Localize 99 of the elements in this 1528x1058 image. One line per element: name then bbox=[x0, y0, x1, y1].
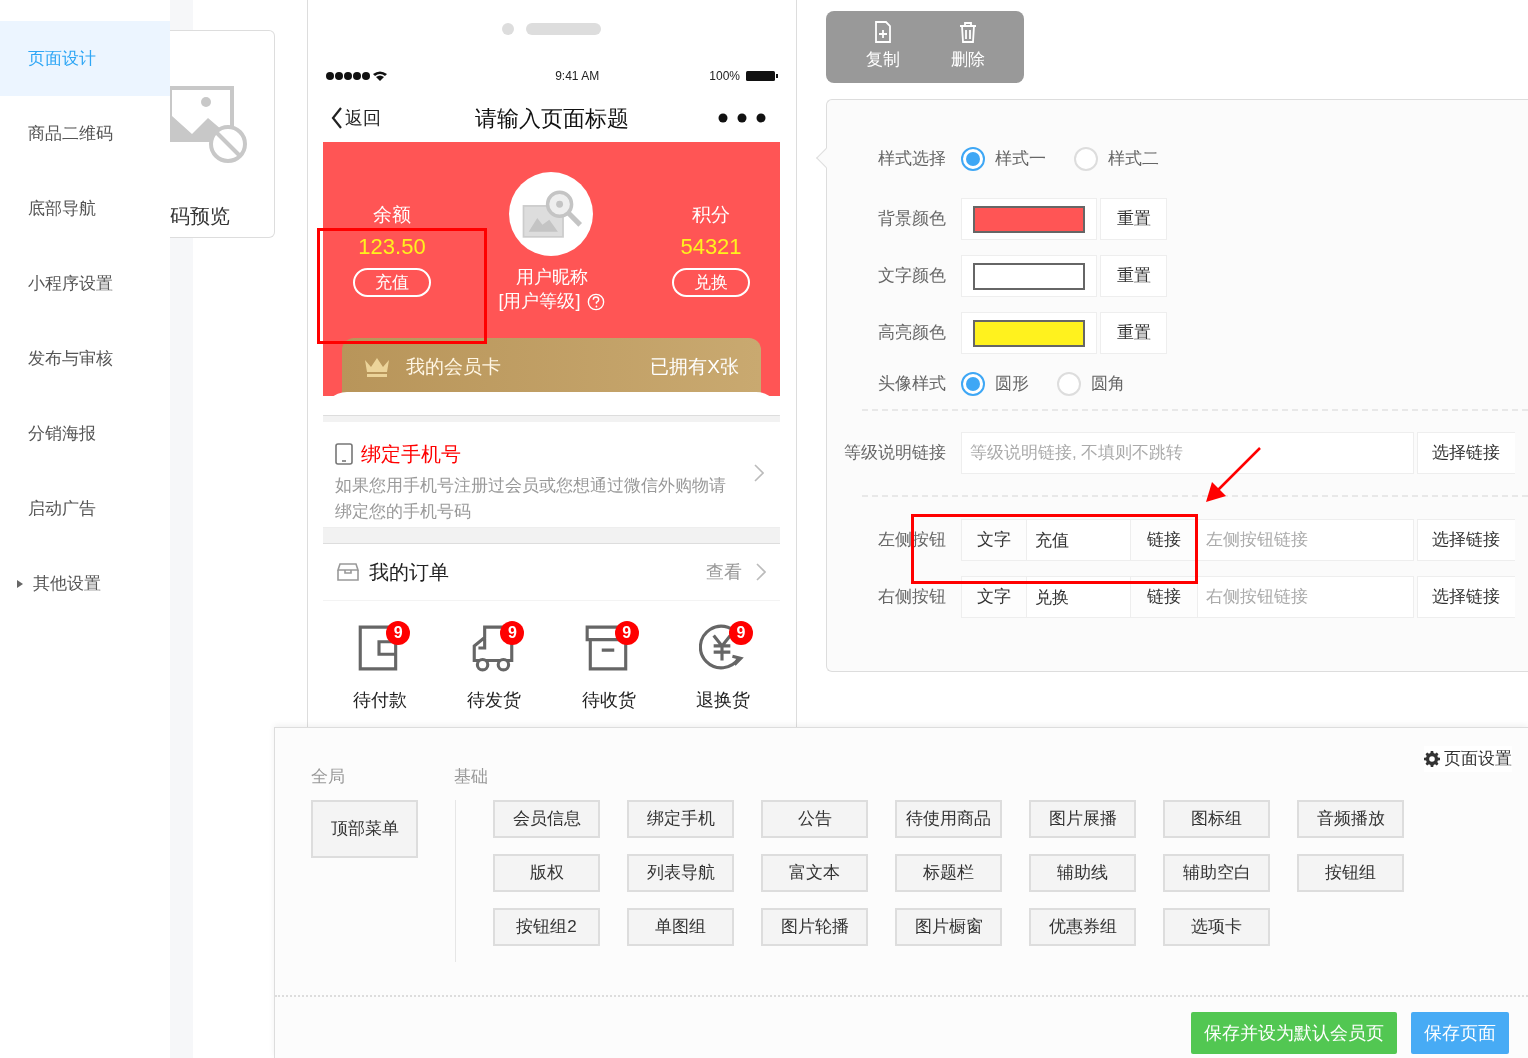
chevron-left-icon bbox=[331, 107, 343, 129]
chevron-right-icon bbox=[756, 563, 766, 581]
component-button[interactable]: 音频播放 bbox=[1297, 800, 1404, 838]
component-button[interactable]: 按钮组2 bbox=[493, 908, 600, 946]
back-button[interactable]: 返回 bbox=[331, 104, 381, 132]
component-button[interactable]: 版权 bbox=[493, 854, 600, 892]
addon-label: 文字 bbox=[961, 576, 1027, 618]
select-link-button[interactable]: 选择链接 bbox=[1417, 432, 1515, 474]
nickname: 用户昵称 bbox=[515, 266, 588, 289]
reset-button[interactable]: 重置 bbox=[1100, 198, 1167, 240]
balance-label: 余额 bbox=[373, 204, 411, 226]
radio-option[interactable]: 圆角 bbox=[1057, 371, 1125, 397]
balance-value: 123.50 bbox=[358, 233, 426, 261]
bind-phone-title: 绑定手机号 bbox=[361, 441, 461, 467]
text-input[interactable]: 兑换 bbox=[1027, 576, 1130, 618]
sidebar-item[interactable]: 其他设置 bbox=[0, 546, 170, 621]
bind-phone-description: 如果您用手机号注册过会员或您想通过微信外购物请绑定您的手机号码 bbox=[335, 474, 727, 523]
sidebar-item[interactable]: 启动广告 bbox=[0, 471, 170, 546]
component-button[interactable]: 按钮组 bbox=[1297, 854, 1404, 892]
member-card-title: 我的会员卡 bbox=[406, 354, 501, 379]
text-input[interactable]: 充值 bbox=[1027, 519, 1130, 561]
addon-label: 链接 bbox=[1130, 576, 1198, 618]
field-label: 背景颜色 bbox=[877, 208, 947, 231]
field-label: 文字颜色 bbox=[877, 265, 947, 288]
component-button[interactable]: 顶部菜单 bbox=[311, 800, 418, 858]
sidebar-item[interactable]: 商品二维码 bbox=[0, 96, 170, 171]
section-label: 基础 bbox=[454, 766, 488, 788]
component-button[interactable]: 列表导航 bbox=[627, 854, 734, 892]
field-label: 等级说明链接 bbox=[843, 442, 947, 465]
component-button[interactable]: 辅助线 bbox=[1029, 854, 1136, 892]
crown-icon bbox=[364, 356, 390, 378]
sidebar-item[interactable]: 分销海报 bbox=[0, 396, 170, 471]
component-button[interactable]: 标题栏 bbox=[895, 854, 1002, 892]
section-label: 全局 bbox=[311, 766, 345, 788]
count-badge: 9 bbox=[728, 621, 753, 645]
order-status-label[interactable]: 待发货 bbox=[467, 687, 522, 714]
component-button[interactable]: 单图组 bbox=[627, 908, 734, 946]
balance-value: 54321 bbox=[680, 233, 742, 261]
count-badge: 9 bbox=[386, 621, 411, 645]
store-icon bbox=[337, 563, 359, 581]
select-link-button[interactable]: 选择链接 bbox=[1417, 576, 1515, 618]
component-button[interactable]: 选项卡 bbox=[1163, 908, 1270, 946]
color-picker[interactable] bbox=[961, 198, 1097, 240]
member-card-count: 已拥有X张 bbox=[650, 354, 739, 379]
page-title: 请输入页面标题 bbox=[474, 104, 629, 133]
component-button[interactable]: 公告 bbox=[761, 800, 868, 838]
field-label: 右侧按钮 bbox=[877, 586, 947, 609]
field-label: 高亮颜色 bbox=[877, 322, 947, 345]
color-picker[interactable] bbox=[961, 312, 1097, 354]
radio-button[interactable] bbox=[961, 372, 985, 396]
component-button[interactable]: 优惠券组 bbox=[1029, 908, 1136, 946]
sidebar-item[interactable]: 发布与审核 bbox=[0, 321, 170, 396]
component-button[interactable]: 绑定手机 bbox=[627, 800, 734, 838]
component-button[interactable]: 富文本 bbox=[761, 854, 868, 892]
field-label: 样式选择 bbox=[877, 148, 947, 171]
component-button[interactable]: 图片橱窗 bbox=[895, 908, 1002, 946]
reset-button[interactable]: 重置 bbox=[1100, 312, 1167, 354]
settings-icon bbox=[1424, 750, 1440, 767]
sidebar-item[interactable]: 底部导航 bbox=[0, 171, 170, 246]
order-status-label[interactable]: 待收货 bbox=[581, 687, 636, 714]
help-icon bbox=[586, 292, 605, 311]
component-button[interactable]: 图片展播 bbox=[1029, 800, 1136, 838]
preview-label: 码预览 bbox=[170, 204, 230, 229]
status-time: 9:41 AM bbox=[555, 68, 600, 85]
reset-button[interactable]: 重置 bbox=[1100, 255, 1167, 297]
radio-button[interactable] bbox=[961, 147, 985, 171]
phone-icon bbox=[335, 442, 353, 465]
count-badge: 9 bbox=[500, 621, 525, 645]
orders-title: 我的订单 bbox=[369, 560, 449, 585]
balance-label: 积分 bbox=[692, 204, 730, 226]
signal-wifi-icon bbox=[325, 70, 387, 82]
trash-icon bbox=[957, 21, 978, 44]
select-link-button[interactable]: 选择链接 bbox=[1417, 519, 1515, 561]
radio-option[interactable]: 样式一 bbox=[961, 146, 1046, 172]
component-button[interactable]: 图标组 bbox=[1163, 800, 1270, 838]
battery-percent: 100% bbox=[709, 68, 740, 85]
annotation-arrow bbox=[1204, 446, 1262, 504]
component-button[interactable]: 会员信息 bbox=[493, 800, 600, 838]
component-button[interactable]: 待使用商品 bbox=[895, 800, 1002, 838]
user-level: [用户等级] bbox=[498, 290, 581, 313]
count-badge: 9 bbox=[614, 621, 639, 645]
radio-option[interactable]: 样式二 bbox=[1074, 146, 1159, 172]
chevron-right-icon bbox=[754, 463, 764, 482]
addon-label: 文字 bbox=[961, 519, 1027, 561]
color-picker[interactable] bbox=[961, 255, 1097, 297]
battery-icon bbox=[746, 71, 778, 81]
component-button[interactable]: 辅助空白 bbox=[1163, 854, 1270, 892]
sidebar-item[interactable]: 小程序设置 bbox=[0, 246, 170, 321]
addon-label: 链接 bbox=[1130, 519, 1198, 561]
link-input[interactable]: 左侧按钮链接 bbox=[1198, 519, 1414, 561]
field-label: 头像样式 bbox=[877, 373, 947, 396]
link-input[interactable]: 右侧按钮链接 bbox=[1198, 576, 1414, 618]
order-status-label[interactable]: 退换货 bbox=[695, 687, 750, 714]
order-status-label[interactable]: 待付款 bbox=[353, 687, 408, 714]
copy-icon bbox=[872, 21, 893, 44]
radio-option[interactable]: 圆形 bbox=[961, 371, 1029, 397]
link-input[interactable]: 等级说明链接, 不填则不跳转 bbox=[961, 432, 1414, 474]
more-icon bbox=[718, 113, 766, 123]
component-button[interactable]: 图片轮播 bbox=[761, 908, 868, 946]
